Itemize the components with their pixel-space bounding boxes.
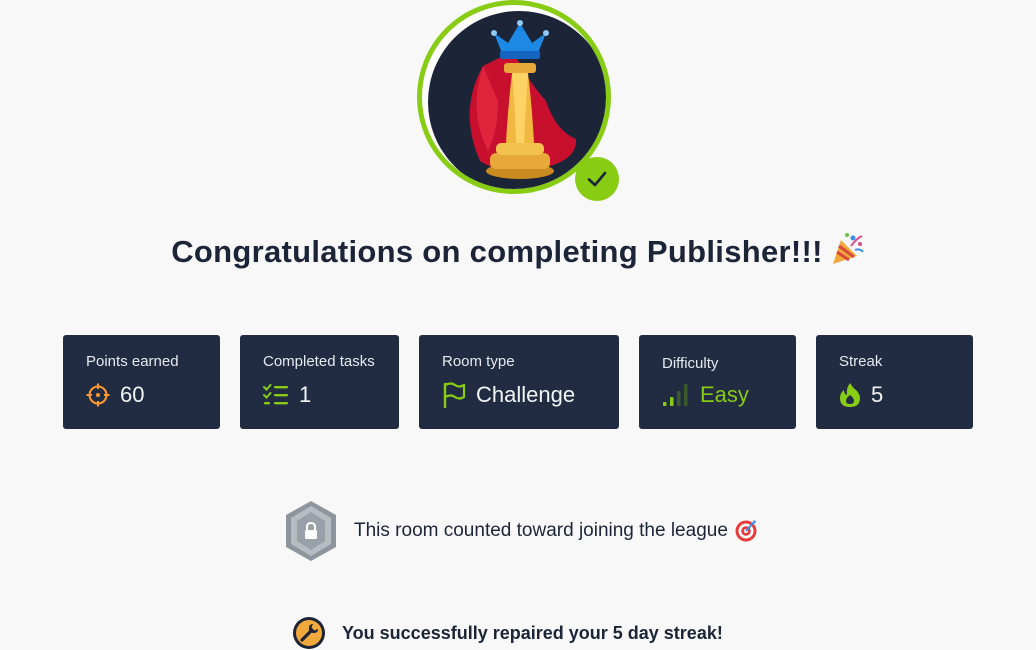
title-text: Congratulations on completing Publisher!…	[171, 234, 823, 269]
party-popper-icon	[829, 232, 865, 274]
stat-card-tasks: Completed tasks 1	[240, 335, 399, 429]
streak-repair-text: You successfully repaired your 5 day str…	[342, 622, 723, 643]
flag-icon	[443, 382, 466, 408]
stat-value: Challenge	[476, 382, 576, 407]
page-title: Congratulations on completing Publisher!…	[0, 232, 1036, 274]
stat-value: 60	[120, 382, 145, 407]
stat-value: 5	[871, 382, 884, 407]
stat-label: Completed tasks	[263, 353, 375, 370]
stat-card-streak: Streak 5	[816, 335, 973, 429]
task-list-icon	[263, 384, 288, 405]
stat-card-difficulty: Difficulty Easy	[639, 335, 796, 429]
league-notice: This room counted toward joining the lea…	[284, 500, 758, 562]
stat-card-room-type: Room type Challenge	[419, 335, 619, 429]
completed-check-badge	[575, 157, 619, 201]
crosshair-icon	[86, 383, 110, 407]
stat-label: Difficulty	[662, 355, 719, 372]
stat-value: 1	[299, 382, 312, 407]
flame-icon	[840, 383, 860, 407]
checkmark-icon	[587, 171, 607, 187]
stat-card-points: Points earned 60	[63, 335, 220, 429]
stat-value: Easy	[700, 382, 749, 407]
streak-repair-notice: You successfully repaired your 5 day str…	[292, 616, 723, 650]
stat-label: Room type	[442, 353, 515, 370]
locked-league-badge-icon	[286, 501, 336, 561]
league-text: This room counted toward joining the lea…	[354, 520, 728, 541]
wrench-icon	[293, 617, 325, 649]
signal-bars-icon	[663, 384, 688, 406]
target-icon	[735, 520, 757, 542]
stat-label: Streak	[839, 353, 883, 370]
stat-label: Points earned	[86, 353, 179, 370]
